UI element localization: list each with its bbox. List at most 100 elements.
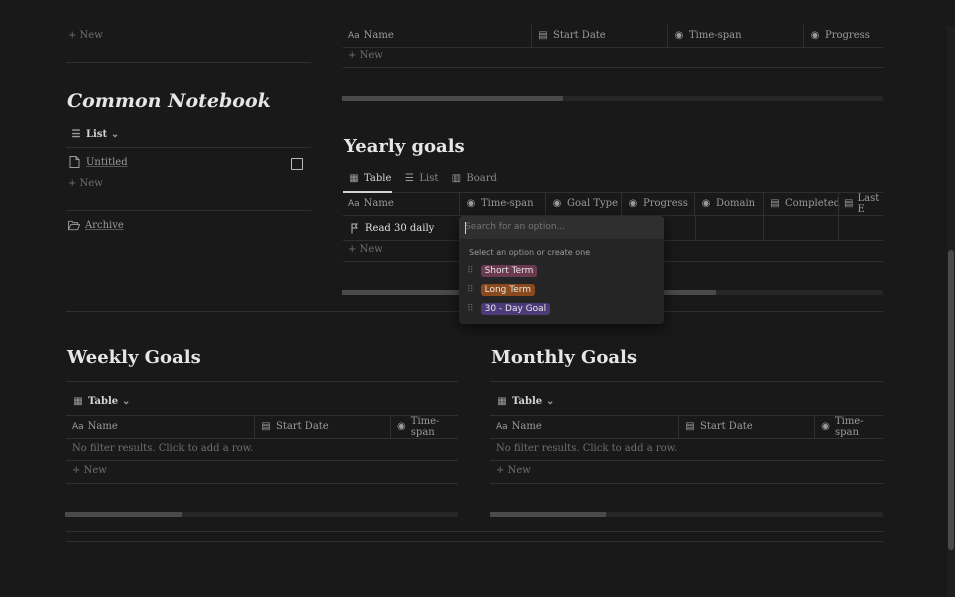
calendar-icon: ▤ [685,421,695,432]
weekly-empty-message[interactable]: No filter results. Click to add a row. [72,443,253,454]
new-label: New [507,465,531,476]
column-label: Name [511,421,542,432]
folder-open-icon [68,219,80,231]
select-icon: ◉ [552,198,562,209]
column-header-progress[interactable]: ◉ Progress [809,25,870,46]
tab-board[interactable]: ▥ Board [450,172,497,184]
column-divider [678,416,679,438]
divider [490,460,883,461]
column-divider [694,193,695,215]
column-label: Progress [825,30,870,41]
drag-handle-icon[interactable]: ⠿ [467,304,474,314]
select-icon: ◉ [674,30,684,41]
divider [343,47,883,48]
monthly-empty-message[interactable]: No filter results. Click to add a row. [496,443,677,454]
column-header-name[interactable]: Aa Name [72,416,118,437]
select-icon: ◉ [701,198,711,209]
row-name-cell[interactable]: Read 30 daily [350,222,434,234]
column-header-goal-type[interactable]: ◉ Goal Type [551,193,618,214]
option-tag: Short Term [480,265,538,277]
column-header-name[interactable]: Aa Name [348,193,394,214]
yearly-new-row[interactable]: + New [348,244,383,255]
column-header-name[interactable]: Aa Name [496,416,542,437]
option-search-box[interactable] [459,216,664,239]
top-table-header: Aa Name ▤ Start Date ◉ Time-span ◉ Progress [343,25,883,47]
dropdown-hint: Select an option or create one [469,248,591,257]
monthly-table-scrollbar[interactable] [490,512,883,517]
column-header-time-span[interactable]: ◉ Time-span [465,193,534,214]
page-scrollbar[interactable] [947,26,955,597]
column-header-name[interactable]: Aa Name [348,25,394,46]
chevron-down-icon: ⌄ [545,395,555,407]
column-label: Progress [643,198,688,209]
new-label: New [359,244,383,255]
tab-list[interactable]: ☰ List [403,172,438,184]
page-scrollbar-thumb[interactable] [948,250,954,550]
archive-link[interactable]: Archive [68,219,124,231]
column-header-time-span[interactable]: ◉ Time-span [673,25,742,46]
new-list-item-button[interactable]: + New [68,178,103,189]
column-label: Start Date [276,421,329,432]
column-header-time-span[interactable]: ◉ Time-span [396,416,458,438]
list-icon: ☰ [404,172,414,184]
column-header-last-edited[interactable]: ▤ Last E [844,193,883,215]
scrollbar-thumb[interactable] [342,96,563,101]
column-divider [390,416,391,438]
weekly-view-selector[interactable]: ▦ Table ⌄ [72,395,130,407]
monthly-goals-title: Monthly Goals [491,347,637,368]
tab-table[interactable]: ▦ Table [348,172,391,184]
option-30-day-goal[interactable]: ⠿ 30 - Day Goal [467,300,551,318]
yearly-goals-title: Yearly goals [344,136,465,157]
column-label: Domain [716,198,756,209]
column-header-start-date[interactable]: ▤ Start Date [260,416,329,437]
column-divider [803,25,804,47]
top-new-button[interactable]: + New [68,30,103,41]
scrollbar-thumb[interactable] [490,512,606,517]
column-header-start-date[interactable]: ▤ Start Date [537,25,606,46]
list-view-selector[interactable]: ☰ List ⌄ [70,128,120,140]
column-label: Completed [785,198,841,209]
column-divider [667,25,668,47]
option-search-input[interactable] [465,219,655,235]
column-header-start-date[interactable]: ▤ Start Date [684,416,752,437]
calendar-icon: ▤ [844,198,854,209]
top-table-scrollbar[interactable] [342,96,883,101]
weekly-new-row[interactable]: + New [72,465,107,476]
column-label: Start Date [553,30,606,41]
weekly-table-scrollbar[interactable] [65,512,458,517]
checkbox[interactable] [291,158,303,170]
page-icon [68,156,80,168]
column-divider [531,25,532,47]
divider [490,381,883,382]
select-icon: ◉ [821,421,830,432]
divider [66,438,458,439]
column-label: Time-span [410,416,440,438]
option-short-term[interactable]: ⠿ Short Term [467,262,538,280]
top-table-new-row[interactable]: + New [348,50,383,61]
table-icon: ▦ [497,395,507,407]
view-label: Table [88,395,119,407]
drag-handle-icon[interactable]: ⠿ [467,266,474,276]
scrollbar-thumb[interactable] [65,512,182,517]
monthly-new-row[interactable]: + New [496,465,531,476]
column-header-domain[interactable]: ◉ Domain [700,193,756,214]
yearly-table-header: Aa Name ◉ Time-span ◉ Goal Type ◉ Progress ◉… [343,193,883,215]
list-item[interactable]: Untitled [68,156,128,168]
divider [66,210,311,211]
column-header-completed[interactable]: ▤ Completed [769,193,840,214]
option-long-term[interactable]: ⠿ Long Term [467,281,536,299]
weekly-goals-title: Weekly Goals [67,347,201,368]
column-label: Time-span [834,416,864,438]
new-label: New [83,465,107,476]
column-divider [838,193,839,215]
column-header-time-span[interactable]: ◉ Time-span [820,416,883,438]
table-icon: ▦ [349,172,359,184]
drag-handle-icon[interactable]: ⠿ [467,285,474,295]
monthly-table-header: Aa Name ▤ Start Date ◉ Time-span [490,416,883,438]
divider [490,483,883,484]
divider [343,67,883,68]
column-header-progress[interactable]: ◉ Progress [627,193,688,214]
chevron-down-icon: ⌄ [121,395,131,407]
monthly-view-selector[interactable]: ▦ Table ⌄ [496,395,554,407]
text-type-icon: Aa [348,198,360,209]
